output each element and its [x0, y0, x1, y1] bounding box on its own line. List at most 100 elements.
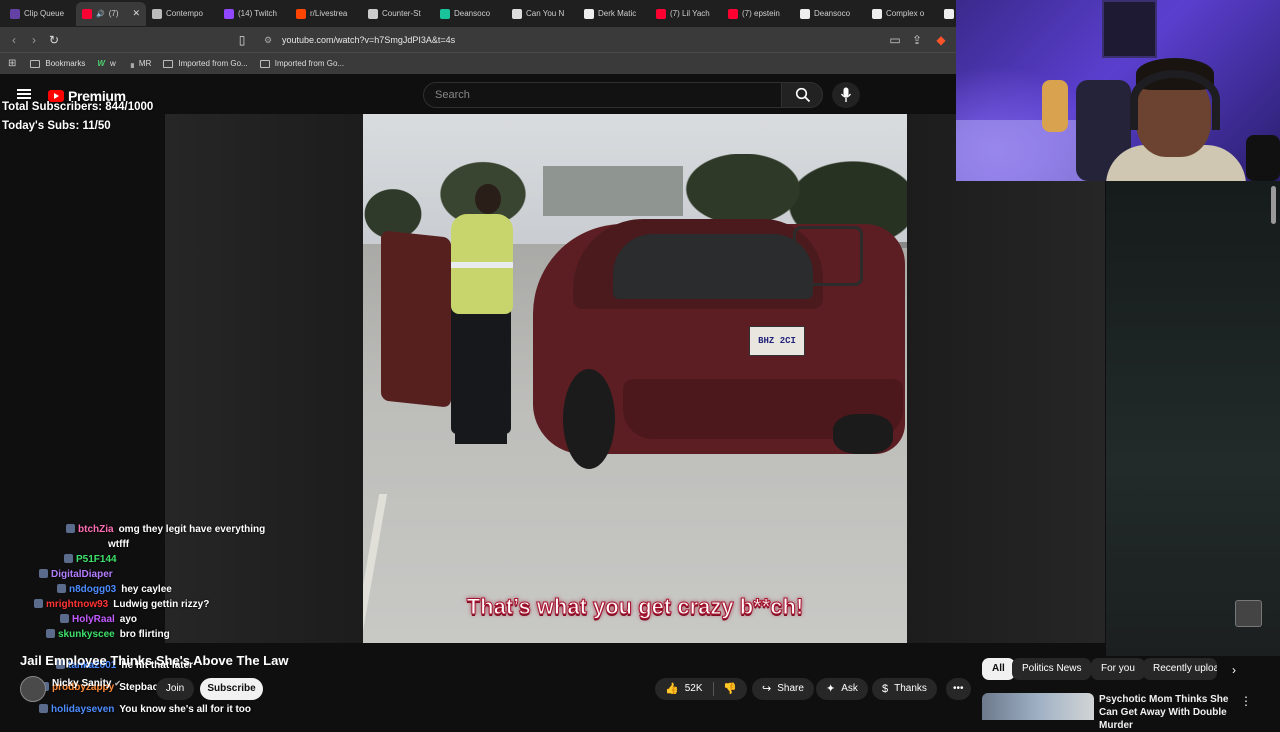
chat-username[interactable]: HolyRaal [72, 614, 115, 625]
like-count[interactable]: 52K [685, 678, 703, 700]
browser-tab[interactable]: (7) epstein [722, 2, 794, 26]
bookmark-folder-imported-2[interactable]: Imported from Go... [259, 59, 344, 68]
video-caption: That’s what you get crazy b**ch! [466, 594, 804, 620]
browser-tab[interactable]: Clip Queue [4, 2, 76, 26]
apps-grid-icon[interactable]: ⊞ [8, 58, 16, 69]
speaker-icon[interactable]: 🔊 [96, 10, 105, 18]
dislike-icon[interactable]: 👎 [723, 678, 737, 700]
join-button[interactable]: Join [156, 678, 194, 700]
browser-tab-strip: Clip Queue 🔊 (7) ✕ Contempo (14) Twitch r/Live… [0, 0, 956, 27]
like-divider [712, 682, 714, 696]
browser-tab[interactable]: r/Livestrea [290, 2, 362, 26]
recommended-video-title[interactable]: Psychotic Mom Thinks She Can Get Away Wi… [1099, 693, 1239, 732]
mr-icon: ▗ [127, 59, 134, 68]
video-license-plate: BHZ 2CI [749, 326, 805, 356]
menu-icon[interactable] [17, 89, 31, 99]
browser-tab[interactable]: Can You N [506, 2, 578, 26]
chat-username[interactable]: holidayseven [51, 704, 114, 715]
tab-favicon-icon [872, 8, 882, 19]
share-page-icon[interactable]: ⇪ [907, 33, 927, 47]
tab-favicon-icon [224, 8, 234, 19]
more-vertical-icon[interactable]: ⋮ [1240, 694, 1252, 708]
tab-label: Derk Matic [598, 9, 637, 18]
share-button[interactable]: ↪ Share [752, 678, 814, 700]
site-info-icon[interactable]: ⚙ [264, 31, 272, 49]
chat-message-text: hey caylee [121, 584, 172, 595]
browser-tab[interactable]: Derk Matic [578, 2, 650, 26]
bookmark-star-icon[interactable]: ▯ [232, 33, 252, 47]
browser-tab[interactable]: Counter-St [362, 2, 434, 26]
stream-logo-icon [1235, 600, 1262, 627]
bookmark-folder-imported-1[interactable]: Imported from Go... [163, 59, 248, 68]
chat-message-text: You know she's all for it too [119, 704, 252, 715]
chip-politics-news[interactable]: Politics News [1012, 658, 1092, 680]
forward-icon[interactable]: › [24, 33, 44, 47]
chat-badge-icon [34, 599, 43, 608]
chat-username[interactable]: DigitalDiaper [51, 569, 113, 580]
scrollbar-thumb[interactable] [1271, 186, 1276, 224]
share-icon: ↪ [762, 683, 772, 695]
video-car-wheel [563, 369, 615, 469]
browser-tab[interactable]: 🔊 (7) ✕ [76, 1, 146, 26]
today-subs-counter: Today's Subs: 11/50 [2, 120, 111, 132]
total-subscribers-counter: Total Subscribers: 844/1000 [2, 101, 154, 113]
right-side-panel [1106, 181, 1280, 656]
ask-button[interactable]: ✦ Ask [816, 678, 868, 700]
chip-all[interactable]: All [982, 658, 1015, 680]
address-bar[interactable]: ⚙ youtube.com/watch?v=h7SmgJdPI3A&t=4s [256, 31, 896, 49]
like-dislike-group: 👍 52K 👎 [655, 678, 747, 700]
browser-tab[interactable]: S [938, 2, 956, 26]
more-actions-button[interactable]: ••• [946, 678, 971, 700]
folder-icon [259, 59, 270, 68]
browser-tab[interactable]: Deansoco [794, 2, 866, 26]
chat-message: holidayseven You know she's all for it to… [39, 704, 251, 715]
browser-tab[interactable]: Contempo [146, 2, 218, 26]
video-player[interactable]: BHZ 2CI That’s what you get crazy b**ch! [363, 114, 907, 643]
browser-tab[interactable]: Deansoco [434, 2, 506, 26]
folder-icon [163, 59, 174, 68]
tab-favicon-icon [800, 8, 810, 19]
search-button[interactable] [781, 82, 823, 108]
chat-username[interactable]: mrightnow93 [46, 599, 108, 610]
chat-username[interactable]: P51F144 [76, 554, 117, 565]
tab-label: Complex o [886, 9, 925, 18]
chevron-right-icon[interactable]: › [1226, 660, 1242, 680]
bookmark-item-bookmarks[interactable]: Bookmarks [30, 59, 85, 68]
like-icon[interactable]: 👍 [665, 678, 679, 700]
webcam-microphone [1246, 135, 1280, 181]
tab-favicon-icon [584, 8, 594, 19]
browser-tab[interactable]: (14) Twitch [218, 2, 290, 26]
back-icon[interactable]: ‹ [4, 33, 24, 47]
bookmark-label: Bookmarks [45, 59, 86, 68]
bookmark-item-w[interactable]: W w [97, 59, 115, 68]
share-label: Share [777, 683, 804, 694]
bookmark-label: w [109, 59, 116, 68]
chat-username[interactable]: btchZia [78, 524, 114, 535]
chat-message: HolyRaal ayo [60, 614, 137, 625]
reload-icon[interactable]: ↻ [44, 33, 64, 47]
chip-for-you[interactable]: For you [1091, 658, 1145, 680]
thanks-button[interactable]: $ Thanks [872, 678, 937, 700]
cast-icon[interactable]: ▭ [885, 33, 905, 47]
channel-avatar[interactable] [20, 676, 46, 702]
chip-recently-uploaded[interactable]: Recently uploaded [1143, 658, 1217, 680]
channel-name[interactable]: Nicky Sanity ✔ [52, 678, 121, 689]
chat-username[interactable]: skunkyscee [58, 629, 115, 640]
video-officer-legs [455, 414, 507, 444]
chat-message: DigitalDiaper [39, 569, 118, 580]
browser-tab[interactable]: Complex o [866, 2, 938, 26]
chat-username[interactable]: n8dogg03 [69, 584, 116, 595]
chat-message: mrightnow93 Ludwig gettin rizzy? [34, 599, 209, 610]
recommended-video-thumbnail[interactable] [982, 693, 1094, 720]
subscribe-button[interactable]: Subscribe [200, 678, 263, 700]
search-input[interactable]: Search [423, 82, 781, 108]
tab-label: (14) Twitch [238, 9, 277, 18]
close-tab-icon[interactable]: ✕ [132, 8, 140, 19]
chat-message: n8dogg03 hey caylee [57, 584, 172, 595]
brave-shield-icon[interactable]: ◆ [931, 33, 951, 47]
tab-label: (7) [108, 9, 119, 18]
browser-tab[interactable]: (7) Lil Yach [650, 2, 722, 26]
tab-favicon-icon [368, 8, 378, 19]
voice-search-button[interactable] [832, 82, 860, 108]
bookmark-item-mr[interactable]: ▗ MR [128, 59, 152, 68]
